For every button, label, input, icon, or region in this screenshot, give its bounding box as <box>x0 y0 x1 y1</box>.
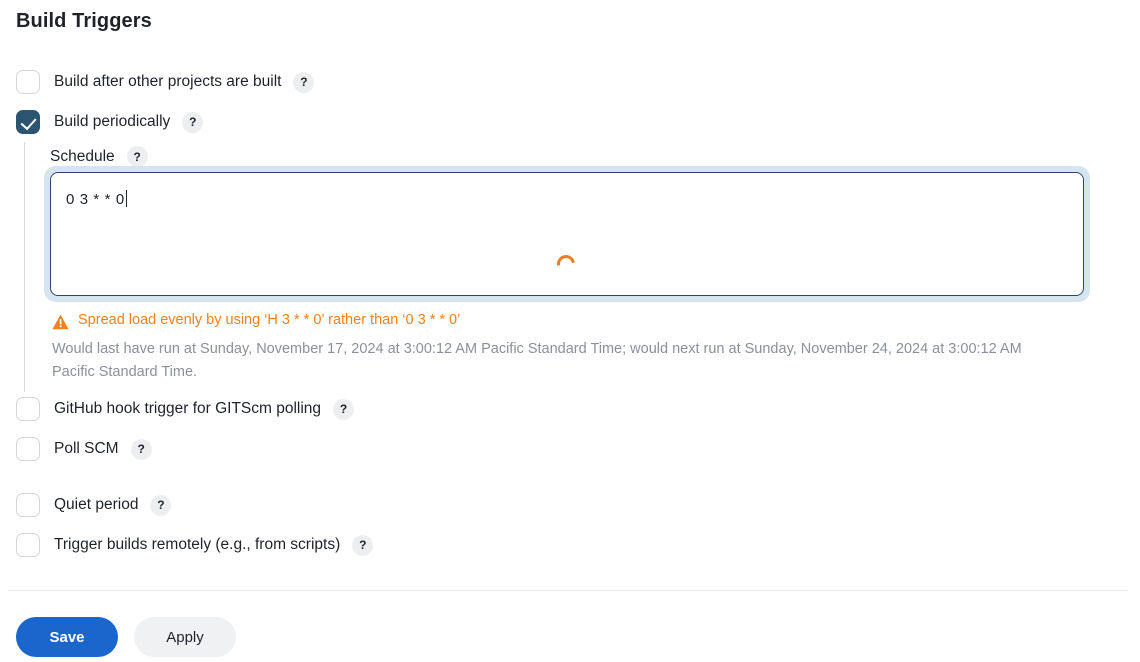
page-title: Build Triggers <box>16 10 152 32</box>
footer-bar: Save Apply <box>0 591 1140 662</box>
help-icon[interactable]: ? <box>182 111 204 133</box>
trigger-row-github-hook[interactable]: GitHub hook trigger for GITScm polling ? <box>16 397 355 421</box>
trigger-row-quiet-period[interactable]: Quiet period ? <box>16 493 172 517</box>
help-icon[interactable]: ? <box>130 438 152 460</box>
help-icon[interactable]: ? <box>352 534 374 556</box>
schedule-textarea-focus-ring: 0 3 * * 0 <box>44 166 1090 302</box>
schedule-input-value-wrapper: 0 3 * * 0 <box>66 190 128 208</box>
section-guide-line <box>24 142 25 392</box>
trigger-label: GitHub hook trigger for GITScm polling <box>54 400 322 417</box>
trigger-row-build-after-other-projects[interactable]: Build after other projects are built ? <box>16 70 315 94</box>
trigger-row-trigger-builds-remotely[interactable]: Trigger builds remotely (e.g., from scri… <box>16 533 374 557</box>
help-icon[interactable]: ? <box>293 71 315 93</box>
schedule-label-group: Schedule ? <box>50 146 148 167</box>
schedule-next-run-description: Would last have run at Sunday, November … <box>52 341 1022 380</box>
checkbox-build-periodically[interactable] <box>16 110 40 134</box>
help-icon[interactable]: ? <box>126 146 148 167</box>
schedule-input-value: 0 3 * * 0 <box>66 191 125 208</box>
checkbox-trigger-builds-remotely[interactable] <box>16 533 40 557</box>
schedule-input[interactable]: 0 3 * * 0 <box>50 172 1084 296</box>
warning-triangle-icon <box>52 314 69 330</box>
loading-spinner-icon <box>553 251 579 277</box>
checkbox-build-after-other-projects[interactable] <box>16 70 40 94</box>
schedule-warning-text: Spread load evenly by using ‘H 3 * * 0’ … <box>78 312 461 328</box>
trigger-label: Quiet period <box>54 496 139 513</box>
trigger-row-poll-scm[interactable]: Poll SCM ? <box>16 437 152 461</box>
checkbox-github-hook-trigger[interactable] <box>16 397 40 421</box>
trigger-row-build-periodically[interactable]: Build periodically ? <box>16 110 204 134</box>
build-triggers-page: Build Triggers Build after other project… <box>0 0 1140 662</box>
trigger-label: Trigger builds remotely (e.g., from scri… <box>54 536 341 553</box>
text-caret <box>125 190 128 207</box>
help-icon[interactable]: ? <box>333 398 355 420</box>
schedule-label: Schedule <box>50 147 115 165</box>
trigger-label: Build periodically <box>54 113 171 130</box>
apply-button[interactable]: Apply <box>134 617 236 657</box>
trigger-label: Poll SCM <box>54 440 119 457</box>
trigger-label: Build after other projects are built <box>54 73 282 90</box>
help-icon[interactable]: ? <box>150 494 172 516</box>
schedule-warning: Spread load evenly by using ‘H 3 * * 0’ … <box>52 312 460 330</box>
checkbox-poll-scm[interactable] <box>16 437 40 461</box>
checkbox-quiet-period[interactable] <box>16 493 40 517</box>
save-button[interactable]: Save <box>16 617 118 657</box>
